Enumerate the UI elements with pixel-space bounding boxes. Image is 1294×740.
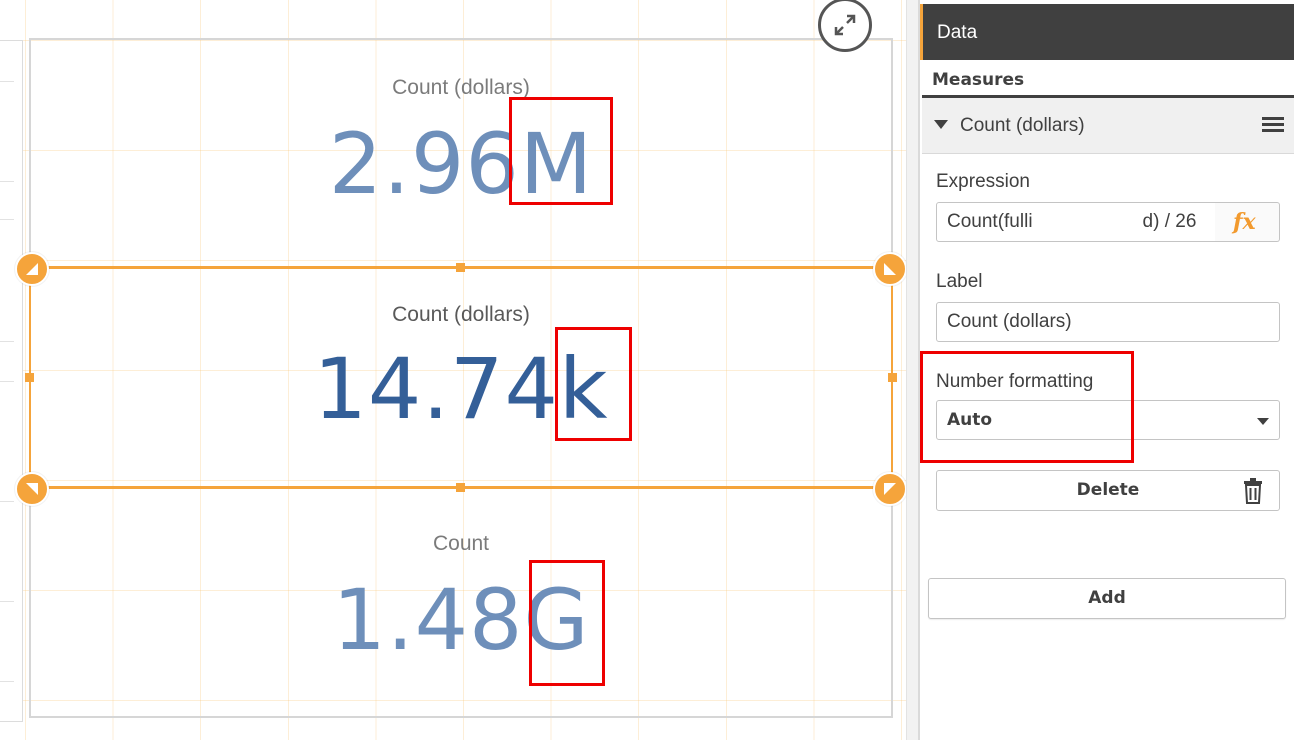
add-measure-button[interactable]: Add bbox=[928, 578, 1286, 619]
sheet-canvas: Count (dollars) 2.96M Count (dollars) 14… bbox=[0, 0, 907, 740]
corner-arrow-icon bbox=[26, 483, 38, 495]
measures-heading: Measures bbox=[932, 70, 1025, 90]
number-formatting-label: Number formatting bbox=[936, 371, 1094, 392]
kpi-object-dollars-top[interactable]: Count (dollars) 2.96M bbox=[29, 38, 893, 260]
adjacent-object-edge bbox=[0, 40, 23, 722]
delete-label: Delete bbox=[1076, 480, 1140, 500]
redacted-region bbox=[1032, 212, 1143, 231]
corner-arrow-icon bbox=[884, 483, 896, 495]
kpi-value: 2.96M bbox=[328, 115, 594, 213]
resize-corner-bottom-right[interactable] bbox=[873, 472, 907, 506]
kpi-label: Count bbox=[432, 532, 490, 555]
number-formatting-value: Auto bbox=[947, 410, 993, 430]
expand-button[interactable] bbox=[818, 0, 872, 52]
resize-corner-top-left[interactable] bbox=[15, 252, 49, 286]
expression-value-start: Count(fulli bbox=[947, 211, 1033, 232]
resize-handle-right[interactable] bbox=[888, 373, 897, 382]
kpi-label: Count (dollars) bbox=[392, 303, 530, 326]
expression-value-end: d) / 26 bbox=[1142, 211, 1197, 232]
label-field-label: Label bbox=[936, 271, 983, 292]
expression-editor-button[interactable]: fx bbox=[1215, 202, 1280, 242]
corner-arrow-icon bbox=[884, 263, 896, 275]
expression-label: Expression bbox=[936, 171, 1030, 192]
chevron-down-icon bbox=[1257, 418, 1269, 425]
number-formatting-select[interactable]: Auto bbox=[936, 400, 1280, 440]
expression-input[interactable]: Count(fulli d) / 26 bbox=[936, 202, 1216, 242]
trash-icon bbox=[1244, 478, 1262, 504]
resize-handle-bottom[interactable] bbox=[456, 483, 465, 492]
kpi-object-count[interactable]: Count 1.48G bbox=[29, 494, 893, 718]
section-title: Data bbox=[937, 22, 978, 43]
resize-handle-top[interactable] bbox=[456, 263, 465, 272]
expand-icon bbox=[834, 14, 856, 36]
fx-icon: fx bbox=[1233, 209, 1256, 235]
hamburger-menu-icon[interactable] bbox=[1262, 117, 1284, 133]
kpi-label: Count (dollars) bbox=[392, 76, 530, 99]
label-input[interactable]: Count (dollars) bbox=[936, 302, 1280, 342]
data-section-header[interactable]: Data bbox=[920, 4, 1294, 60]
measure-item-label: Count (dollars) bbox=[960, 115, 1085, 136]
triangle-down-icon[interactable] bbox=[934, 120, 948, 129]
kpi-object-dollars-selected[interactable]: Count (dollars) 14.74k bbox=[29, 267, 893, 488]
kpi-value: 1.48G bbox=[332, 571, 590, 669]
measure-item-count-dollars[interactable]: Count (dollars) bbox=[922, 98, 1294, 154]
kpi-value: 14.74k bbox=[313, 340, 609, 438]
add-label: Add bbox=[1088, 588, 1126, 608]
resize-corner-bottom-left[interactable] bbox=[15, 472, 49, 506]
properties-panel: Data Measures Count (dollars) Expression… bbox=[918, 0, 1294, 740]
corner-arrow-icon bbox=[26, 263, 38, 275]
resize-handle-left[interactable] bbox=[25, 373, 34, 382]
delete-measure-button[interactable]: Delete bbox=[936, 470, 1280, 511]
resize-corner-top-right[interactable] bbox=[873, 252, 907, 286]
